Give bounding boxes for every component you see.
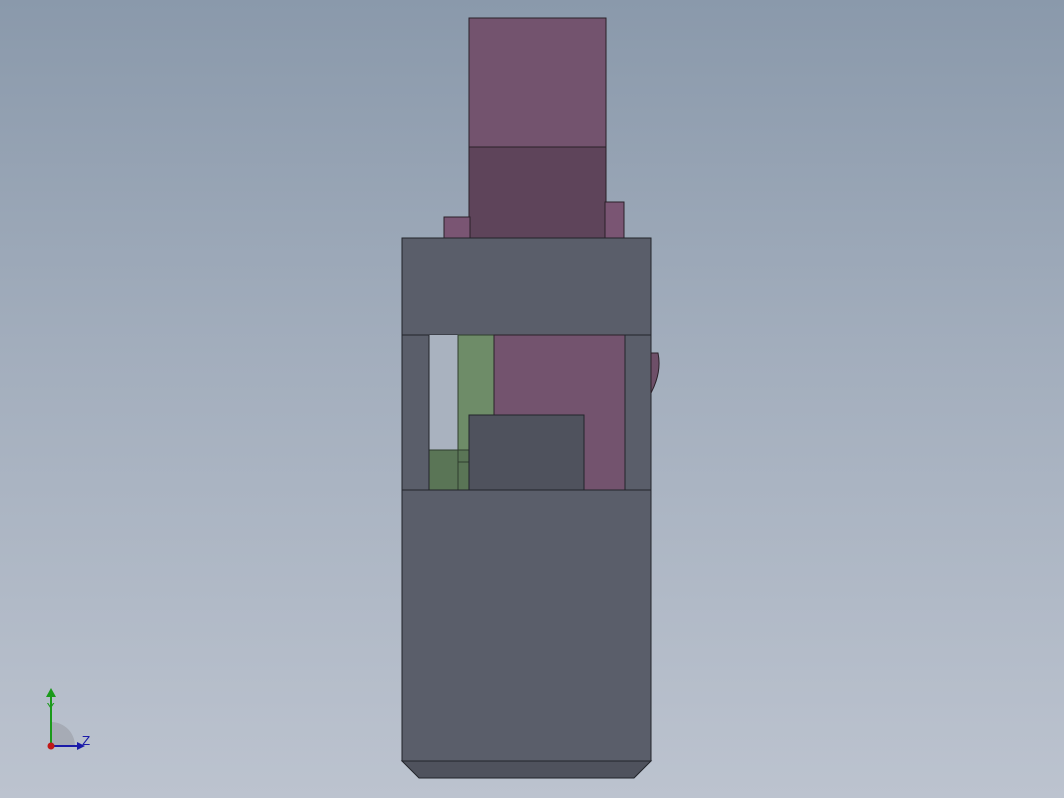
left-tab[interactable] [443,216,471,240]
housing-top[interactable] [401,237,652,336]
model-view[interactable]: Y Z [0,0,1064,798]
housing-left-post[interactable] [401,334,430,492]
y-axis-arrow [46,688,56,697]
right-tab[interactable] [604,201,625,240]
top-column-lower[interactable] [468,146,607,240]
housing-chamfer[interactable] [400,760,653,779]
view-triad[interactable]: Y Z [46,688,90,750]
housing-right-post[interactable] [624,334,652,492]
green-base[interactable] [428,449,472,492]
x-axis-dot [47,742,55,750]
housing-body[interactable] [401,489,652,762]
right-bump[interactable] [650,352,660,394]
z-axis-label: Z [82,734,90,748]
top-column-upper[interactable] [468,17,607,149]
triad-quadrant [51,722,75,746]
inner-block[interactable] [468,414,585,492]
graphics-viewport[interactable]: Y Z [0,0,1064,798]
y-axis-label: Y [46,701,55,715]
